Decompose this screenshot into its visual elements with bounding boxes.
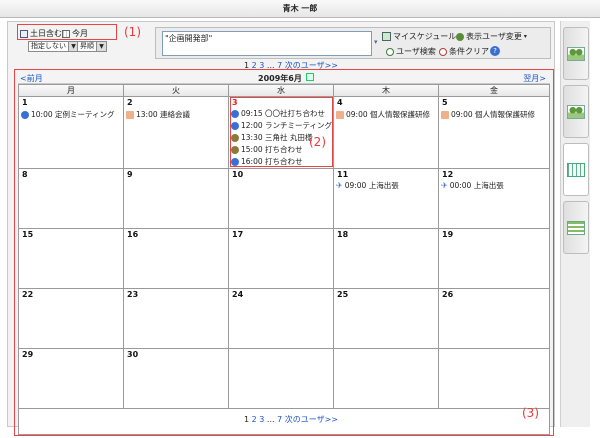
group-users-icon xyxy=(567,104,585,119)
list-view-icon xyxy=(567,220,585,235)
tab-group-week-view[interactable] xyxy=(563,27,589,80)
chevron-down-icon[interactable]: ▾ xyxy=(374,38,378,46)
pager-ellipsis: ... xyxy=(266,415,275,424)
tab-month-view[interactable] xyxy=(563,143,589,196)
chevron-down-icon: ▼ xyxy=(96,42,106,51)
annotation-3: (3) xyxy=(522,406,539,420)
display-filter-select[interactable]: 指定しない ▼ xyxy=(28,41,79,52)
clear-conditions-label: 条件クリア xyxy=(449,47,489,56)
main-panel: 土日含む 今月 (1) 指定しない ▼ 昇順 ▼ "企画開発部" ▾ マイスケジュー… xyxy=(7,21,555,436)
page-1[interactable]: 1 xyxy=(244,415,249,424)
my-schedule-button[interactable]: マイスケジュール xyxy=(382,31,456,42)
user-search-button[interactable]: ユーザ検索 xyxy=(386,46,436,57)
change-users-label: 表示ユーザ変更 xyxy=(466,32,522,41)
search-icon xyxy=(386,47,394,56)
user-pager-bottom: 1 2 3 ... 7 次のユーザ>> xyxy=(244,414,338,425)
user-icon xyxy=(456,32,464,41)
group-field[interactable]: "企画開発部" xyxy=(162,31,372,56)
view-tab-bar xyxy=(560,21,590,427)
my-schedule-label: マイスケジュール xyxy=(393,32,457,41)
annotation-box-1 xyxy=(17,24,117,40)
annotation-box-3 xyxy=(14,69,554,436)
month-calendar-icon xyxy=(567,162,585,177)
tab-list-view[interactable] xyxy=(563,201,589,254)
help-icon[interactable]: ? xyxy=(490,46,500,56)
schedule-icon xyxy=(382,32,391,41)
window-title: 青木 一郎 xyxy=(0,0,600,18)
change-users-button[interactable]: 表示ユーザ変更 ▾ xyxy=(456,31,527,42)
chevron-down-icon: ▾ xyxy=(523,33,527,40)
calendar: <前月 2009年6月 翌月> 月 火 水 木 金 1 10:00 定例ミーティ… xyxy=(14,69,554,438)
sort-order-select[interactable]: 昇順 ▼ xyxy=(77,41,107,52)
annotation-1: (1) xyxy=(124,25,141,39)
group-users-icon xyxy=(567,46,585,61)
page-3-link[interactable]: 3 xyxy=(259,415,264,424)
clear-icon xyxy=(439,47,447,56)
user-search-label: ユーザ検索 xyxy=(396,47,436,56)
page-7-link[interactable]: 7 xyxy=(277,415,282,424)
next-users-link[interactable]: 次のユーザ>> xyxy=(285,415,338,424)
tab-group-day-view[interactable] xyxy=(563,85,589,138)
page-2-link[interactable]: 2 xyxy=(252,415,257,424)
clear-conditions-button[interactable]: 条件クリア xyxy=(439,46,489,57)
filter-panel: "企画開発部" ▾ マイスケジュール 表示ユーザ変更 ▾ ユーザ検索 条件クリア… xyxy=(155,27,551,59)
